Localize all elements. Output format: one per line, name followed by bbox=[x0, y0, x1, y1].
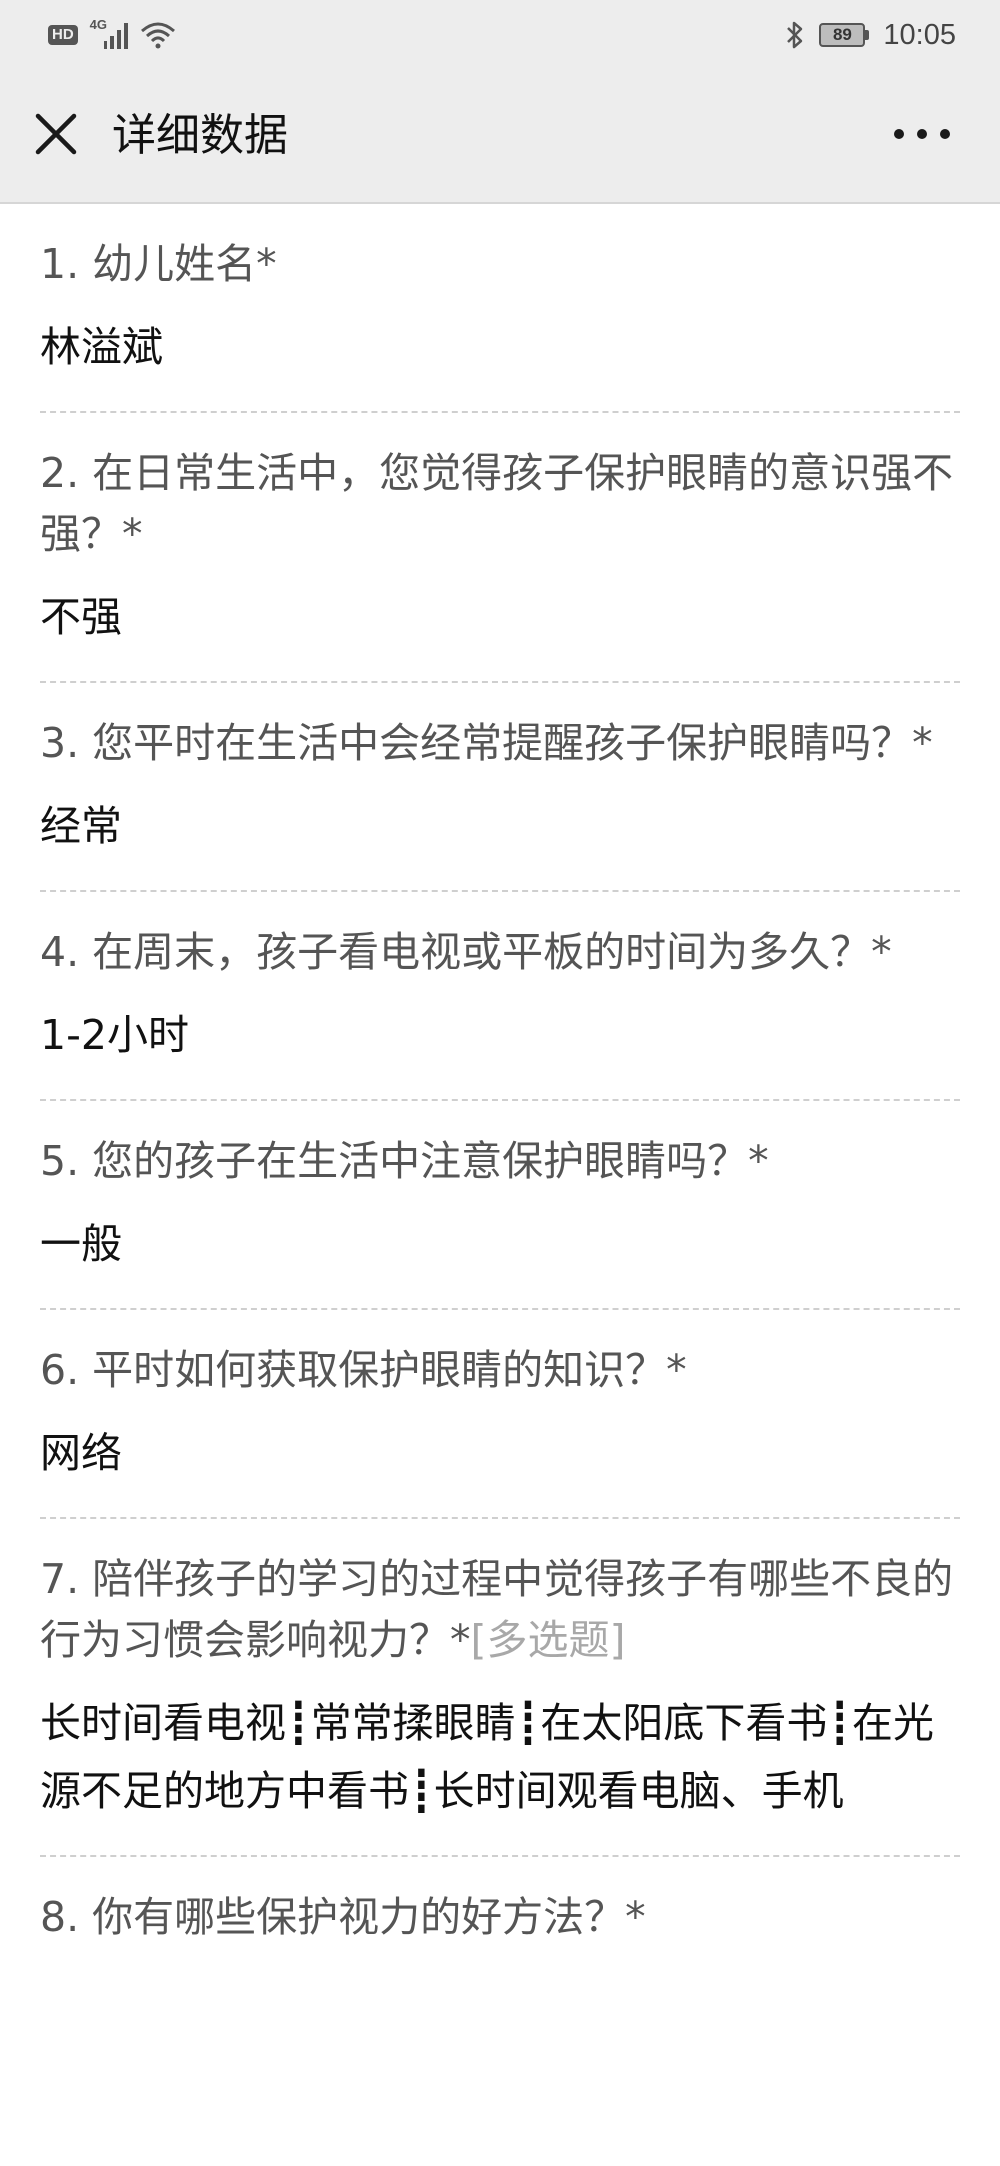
detail-list: 1. 幼儿姓名* 林溢斌 2. 在日常生活中，您觉得孩子保护眼睛的意识强不强？*… bbox=[40, 204, 960, 1996]
answer-text: 不强 bbox=[40, 593, 122, 641]
question-text: 1. 幼儿姓名* bbox=[40, 240, 277, 288]
battery-icon: 89 bbox=[819, 23, 870, 47]
qa-item: 2. 在日常生活中，您觉得孩子保护眼睛的意识强不强？* 不强 bbox=[40, 413, 960, 683]
qa-item: 4. 在周末，孩子看电视或平板的时间为多久？* 1-2小时 bbox=[40, 892, 960, 1101]
signal-icon: 4G bbox=[90, 17, 128, 49]
more-button[interactable] bbox=[894, 122, 950, 146]
status-left: HD 4G bbox=[48, 17, 176, 49]
question-text: 4. 在周末，孩子看电视或平板的时间为多久？* bbox=[40, 928, 892, 976]
status-right: 89 10:05 bbox=[785, 19, 956, 52]
question-text: 8. 你有哪些保护视力的好方法？* bbox=[40, 1893, 646, 1941]
status-time: 10:05 bbox=[883, 18, 956, 51]
question-text: 3. 您平时在生活中会经常提醒孩子保护眼睛吗？* bbox=[40, 719, 933, 767]
question-text: 5. 您的孩子在生活中注意保护眼睛吗？* bbox=[40, 1137, 769, 1185]
answer-text: 网络 bbox=[40, 1429, 122, 1477]
qa-item: 1. 幼儿姓名* 林溢斌 bbox=[40, 204, 960, 413]
answer-text: 林溢斌 bbox=[40, 323, 163, 371]
answer-text: 一般 bbox=[40, 1220, 122, 1268]
close-button[interactable] bbox=[32, 110, 80, 158]
question-text: 7. 陪伴孩子的学习的过程中觉得孩子有哪些不良的行为习惯会影响视力？*[多选题] bbox=[40, 1549, 960, 1671]
page-title: 详细数据 bbox=[112, 110, 288, 161]
question-text: 6. 平时如何获取保护眼睛的知识？* bbox=[40, 1346, 687, 1394]
network-type: 4G bbox=[89, 17, 108, 32]
battery-level: 89 bbox=[819, 23, 866, 47]
answer-text: 长时间看电视┋常常揉眼睛┋在太阳底下看书┋在光源不足的地方中看书┋长时间观看电脑… bbox=[40, 1699, 935, 1815]
question-text: 2. 在日常生活中，您觉得孩子保护眼睛的意识强不强？* bbox=[40, 449, 954, 558]
answer-text: 经常 bbox=[40, 802, 122, 850]
hd-icon: HD bbox=[48, 25, 78, 45]
qa-item: 5. 您的孩子在生活中注意保护眼睛吗？* 一般 bbox=[40, 1101, 960, 1310]
more-dots-icon bbox=[894, 129, 904, 139]
wifi-icon bbox=[140, 21, 176, 49]
qa-item: 8. 你有哪些保护视力的好方法？* bbox=[40, 1857, 960, 1996]
status-bar: HD 4G 89 10:05 bbox=[0, 0, 1000, 70]
multi-choice-tag: [多选题] bbox=[470, 1616, 626, 1664]
title-bar: 详细数据 bbox=[0, 70, 1000, 204]
close-icon bbox=[35, 113, 77, 155]
qa-item: 7. 陪伴孩子的学习的过程中觉得孩子有哪些不良的行为习惯会影响视力？*[多选题]… bbox=[40, 1519, 960, 1857]
qa-item: 6. 平时如何获取保护眼睛的知识？* 网络 bbox=[40, 1310, 960, 1519]
qa-item: 3. 您平时在生活中会经常提醒孩子保护眼睛吗？* 经常 bbox=[40, 683, 960, 892]
bluetooth-icon bbox=[785, 20, 805, 50]
answer-text: 1-2小时 bbox=[40, 1011, 189, 1059]
